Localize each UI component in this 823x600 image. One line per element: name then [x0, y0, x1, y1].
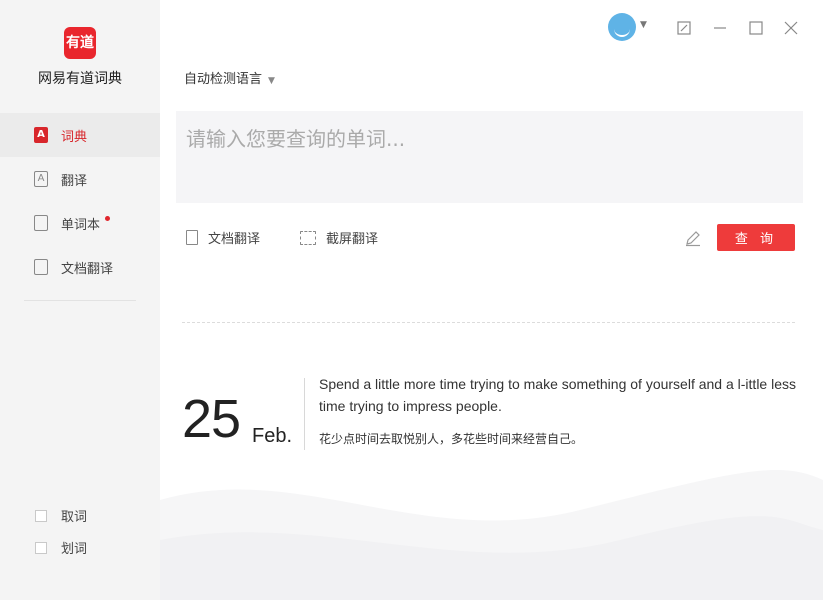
user-avatar[interactable]: [608, 13, 636, 41]
translate-icon: A: [34, 171, 48, 187]
screenshot-icon: [300, 230, 316, 245]
daily-date-month: Feb.: [252, 425, 293, 447]
sidebar: 有道 网易有道词典 A 词典 A 翻译 单词本 文档翻译 取词 划词: [0, 0, 160, 600]
sidebar-item-dictionary[interactable]: A 词典: [0, 113, 160, 157]
app-name: 网易有道词典: [38, 71, 122, 87]
sidebar-item-label: 单词本: [61, 217, 101, 233]
capture-word-checkbox[interactable]: [35, 509, 47, 522]
daily-quote-chinese: 花少点时间去取悦别人，多花些时间来经营自己。: [319, 432, 584, 446]
capture-word-label: 取词: [61, 510, 88, 525]
notification-dot: [105, 215, 111, 221]
daily-divider: [304, 378, 305, 450]
sidebar-item-label: 翻译: [61, 173, 88, 189]
sidebar-item-document-translate[interactable]: 文档翻译: [0, 245, 160, 289]
sidebar-item-label: 文档翻译: [61, 261, 114, 277]
query-button[interactable]: 查 询: [717, 224, 795, 251]
language-select-label: 自动检测语言: [184, 72, 263, 87]
document-icon: [186, 230, 198, 245]
select-word-label: 划词: [61, 542, 88, 557]
select-word-checkbox[interactable]: [35, 541, 47, 554]
chevron-down-icon: ▼: [268, 76, 275, 86]
handwriting-icon[interactable]: [684, 229, 702, 247]
daily-quote-english: Spend a little more time trying to make …: [319, 376, 796, 414]
select-word-option[interactable]: 划词: [35, 538, 87, 557]
background-wave: [160, 470, 823, 600]
mini-mode-icon[interactable]: [674, 18, 694, 38]
document-translate-icon: [34, 259, 48, 275]
wordbook-icon: [34, 215, 48, 231]
divider: [182, 322, 795, 323]
document-translate-label: 文档翻译: [208, 232, 261, 247]
language-select[interactable]: 自动检测语言 ▼: [184, 68, 275, 87]
sidebar-item-label: 词典: [61, 129, 88, 145]
daily-date-day: 25: [182, 389, 241, 449]
sidebar-item-wordbook[interactable]: 单词本: [0, 201, 160, 245]
maximize-icon[interactable]: [746, 18, 766, 38]
dictionary-icon: A: [34, 127, 48, 143]
document-translate-button[interactable]: 文档翻译: [186, 228, 260, 247]
chevron-down-icon[interactable]: ▼: [640, 20, 647, 30]
close-icon[interactable]: [781, 18, 801, 38]
screenshot-translate-label: 截屏翻译: [326, 232, 379, 247]
capture-word-option[interactable]: 取词: [35, 506, 87, 525]
sidebar-divider: [24, 300, 136, 301]
sidebar-item-translate[interactable]: A 翻译: [0, 157, 160, 201]
app-logo: 有道: [64, 27, 96, 59]
search-input[interactable]: [176, 111, 803, 203]
screenshot-translate-button[interactable]: 截屏翻译: [300, 228, 378, 247]
minimize-icon[interactable]: [710, 18, 730, 38]
